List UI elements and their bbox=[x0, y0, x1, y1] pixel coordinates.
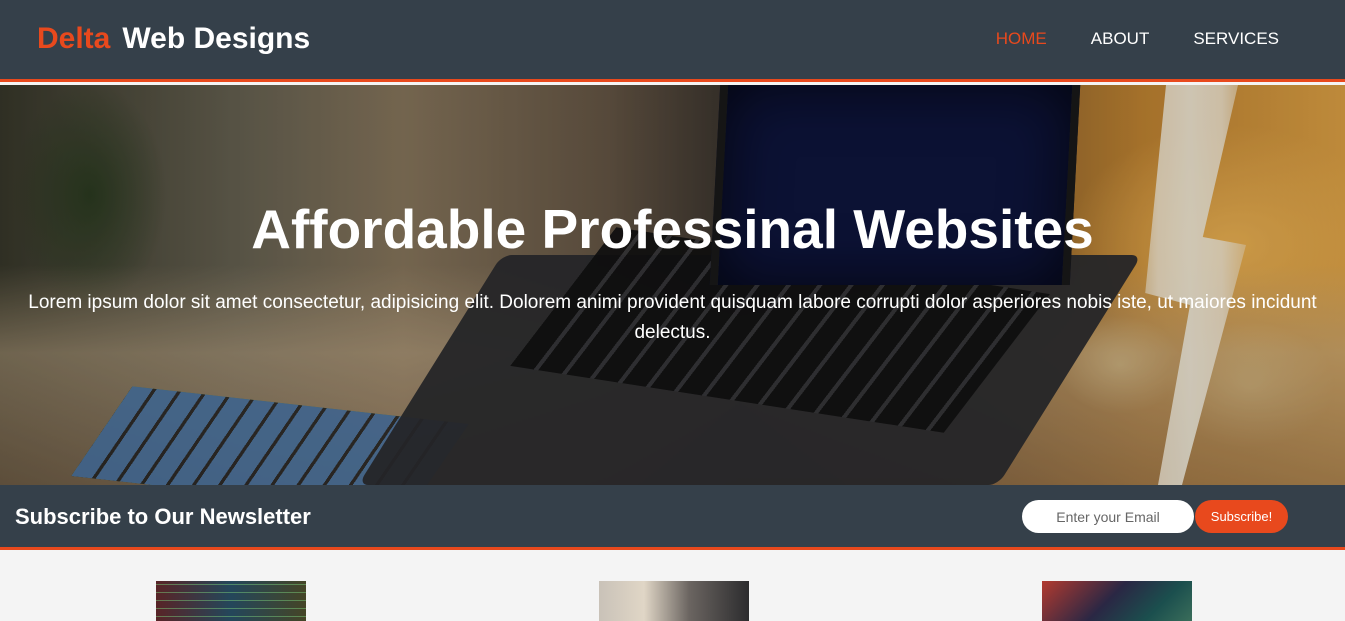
subscribe-button[interactable]: Subscribe! bbox=[1195, 500, 1288, 533]
feature-image-workspace bbox=[599, 581, 749, 621]
brand-logo[interactable]: Delta Web Designs bbox=[37, 22, 310, 56]
nav-about-link[interactable]: ABOUT bbox=[1091, 29, 1150, 49]
hero-title: Affordable Professinal Websites bbox=[251, 198, 1094, 260]
newsletter-heading: Subscribe to Our Newsletter bbox=[15, 504, 311, 529]
newsletter-bar: Subscribe to Our Newsletter Subscribe! bbox=[0, 485, 1345, 550]
nav-home-link[interactable]: HOME bbox=[996, 29, 1047, 49]
feature-image-code bbox=[156, 581, 306, 621]
site-header: Delta Web Designs HOME ABOUT SERVICES bbox=[0, 0, 1345, 82]
nav-services-link[interactable]: SERVICES bbox=[1193, 29, 1279, 49]
feature-image-abstract bbox=[1042, 581, 1192, 621]
hero-text: Lorem ipsum dolor sit amet consectetur, … bbox=[28, 292, 1317, 343]
feature-boxes bbox=[0, 550, 1345, 621]
main-nav: HOME ABOUT SERVICES bbox=[996, 29, 1345, 49]
brand-name: Web Designs bbox=[122, 22, 311, 55]
email-field[interactable] bbox=[1022, 500, 1194, 533]
brand-highlight: Delta bbox=[37, 22, 111, 55]
hero-overlay bbox=[0, 85, 1345, 485]
hero-showcase: Affordable Professinal Websites Lorem ip… bbox=[0, 85, 1345, 485]
